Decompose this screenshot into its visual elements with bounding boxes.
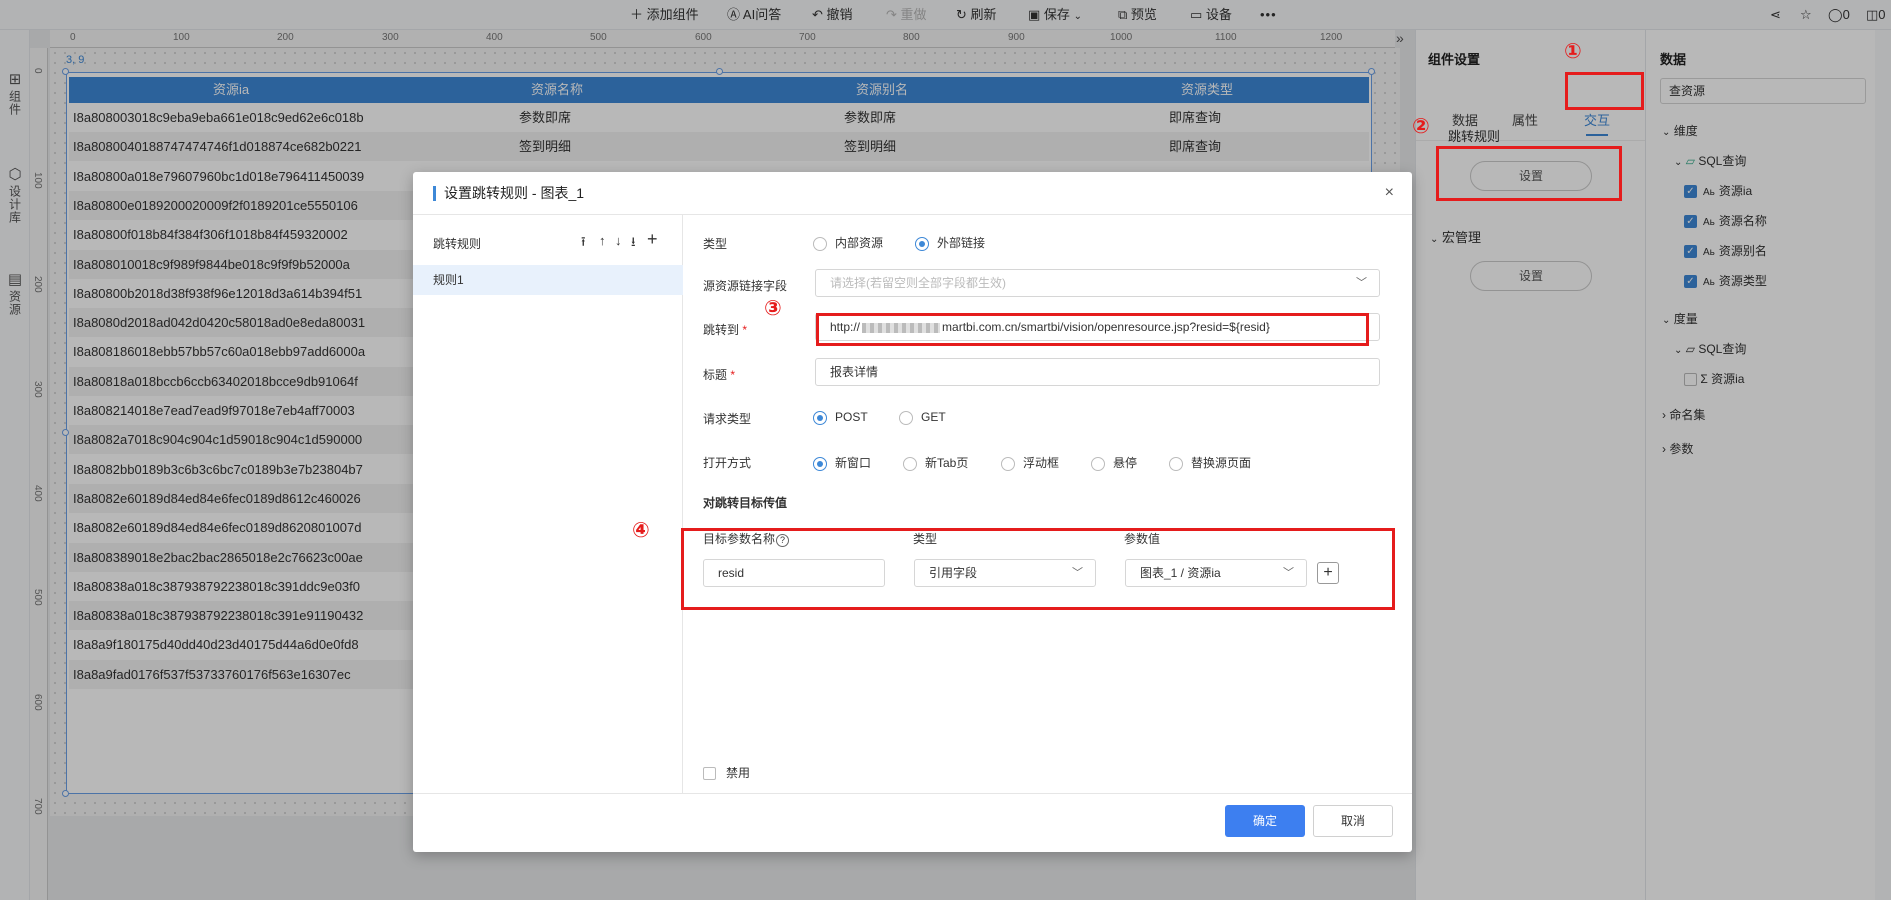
- radio-button[interactable]: [813, 456, 827, 471]
- radio-button[interactable]: [1001, 456, 1015, 471]
- annotation-number: ④: [632, 518, 650, 542]
- radio-button[interactable]: [1091, 456, 1105, 471]
- radio-button[interactable]: [813, 410, 827, 425]
- divider: [413, 793, 1412, 794]
- required-mark: *: [742, 323, 748, 337]
- annotation-number: ③: [764, 296, 782, 320]
- annotation-box-interaction-tab: [1565, 72, 1644, 110]
- radio-new-tab[interactable]: 新Tab页: [903, 454, 968, 471]
- move-top-icon[interactable]: ⭱: [581, 233, 586, 255]
- radio-button[interactable]: [903, 456, 917, 471]
- radio-new-window[interactable]: 新窗口: [813, 454, 871, 471]
- annotation-box-params: [681, 528, 1395, 610]
- request-type-label: 请求类型: [703, 412, 752, 426]
- required-mark: *: [730, 368, 736, 382]
- title-input[interactable]: 报表详情: [815, 358, 1380, 386]
- add-rule-icon[interactable]: +: [647, 229, 658, 250]
- radio-internal-resource[interactable]: 内部资源: [813, 234, 883, 251]
- radio-button[interactable]: [899, 410, 913, 425]
- radio-replace-page[interactable]: 替换源页面: [1169, 454, 1251, 471]
- jump-rule-dialog: 设置跳转规则 - 图表_1 × 跳转规则 ⭱ ↑ ↓ ⭳ + 规则1 类型 内部…: [413, 172, 1412, 852]
- annotation-number: ②: [1412, 114, 1430, 138]
- radio-hover[interactable]: 悬停: [1091, 454, 1137, 471]
- source-field-label: 源资源链接字段: [703, 279, 788, 293]
- rules-list-panel: 跳转规则 ⭱ ↑ ↓ ⭳ + 规则1: [413, 215, 683, 793]
- dialog-title: 设置跳转规则 - 图表_1: [433, 186, 584, 201]
- radio-button[interactable]: [1169, 456, 1183, 471]
- radio-get[interactable]: GET: [899, 410, 946, 425]
- chevron-down-icon: ﹀: [1356, 277, 1367, 289]
- source-field-select[interactable]: 请选择(若留空则全部字段都生效) ﹀: [815, 269, 1380, 297]
- radio-button[interactable]: [915, 236, 929, 251]
- radio-float-box[interactable]: 浮动框: [1001, 454, 1059, 471]
- radio-external-link[interactable]: 外部链接: [915, 234, 985, 251]
- annotation-box-set-button: [1436, 146, 1622, 201]
- radio-post[interactable]: POST: [813, 410, 868, 425]
- open-mode-label: 打开方式: [703, 456, 752, 470]
- close-icon[interactable]: ×: [1385, 184, 1394, 202]
- move-down-icon[interactable]: ↓: [615, 233, 622, 248]
- radio-button[interactable]: [813, 236, 827, 251]
- pass-values-label: 对跳转目标传值: [703, 496, 788, 510]
- confirm-button[interactable]: 确定: [1225, 805, 1305, 837]
- cancel-button[interactable]: 取消: [1313, 805, 1393, 837]
- type-label: 类型: [703, 237, 728, 251]
- title-label: 标题 *: [703, 368, 736, 382]
- move-up-icon[interactable]: ↑: [599, 233, 606, 248]
- jump-to-label: 跳转到 *: [703, 323, 748, 337]
- disable-checkbox[interactable]: 禁用: [703, 764, 750, 781]
- rule-item[interactable]: 规则1: [413, 265, 683, 295]
- annotation-number: ①: [1564, 39, 1582, 63]
- move-bottom-icon[interactable]: ⭳: [631, 233, 636, 255]
- annotation-box-jump-url: [816, 313, 1369, 346]
- rules-header: 跳转规则: [433, 237, 482, 251]
- checkbox[interactable]: [703, 767, 716, 781]
